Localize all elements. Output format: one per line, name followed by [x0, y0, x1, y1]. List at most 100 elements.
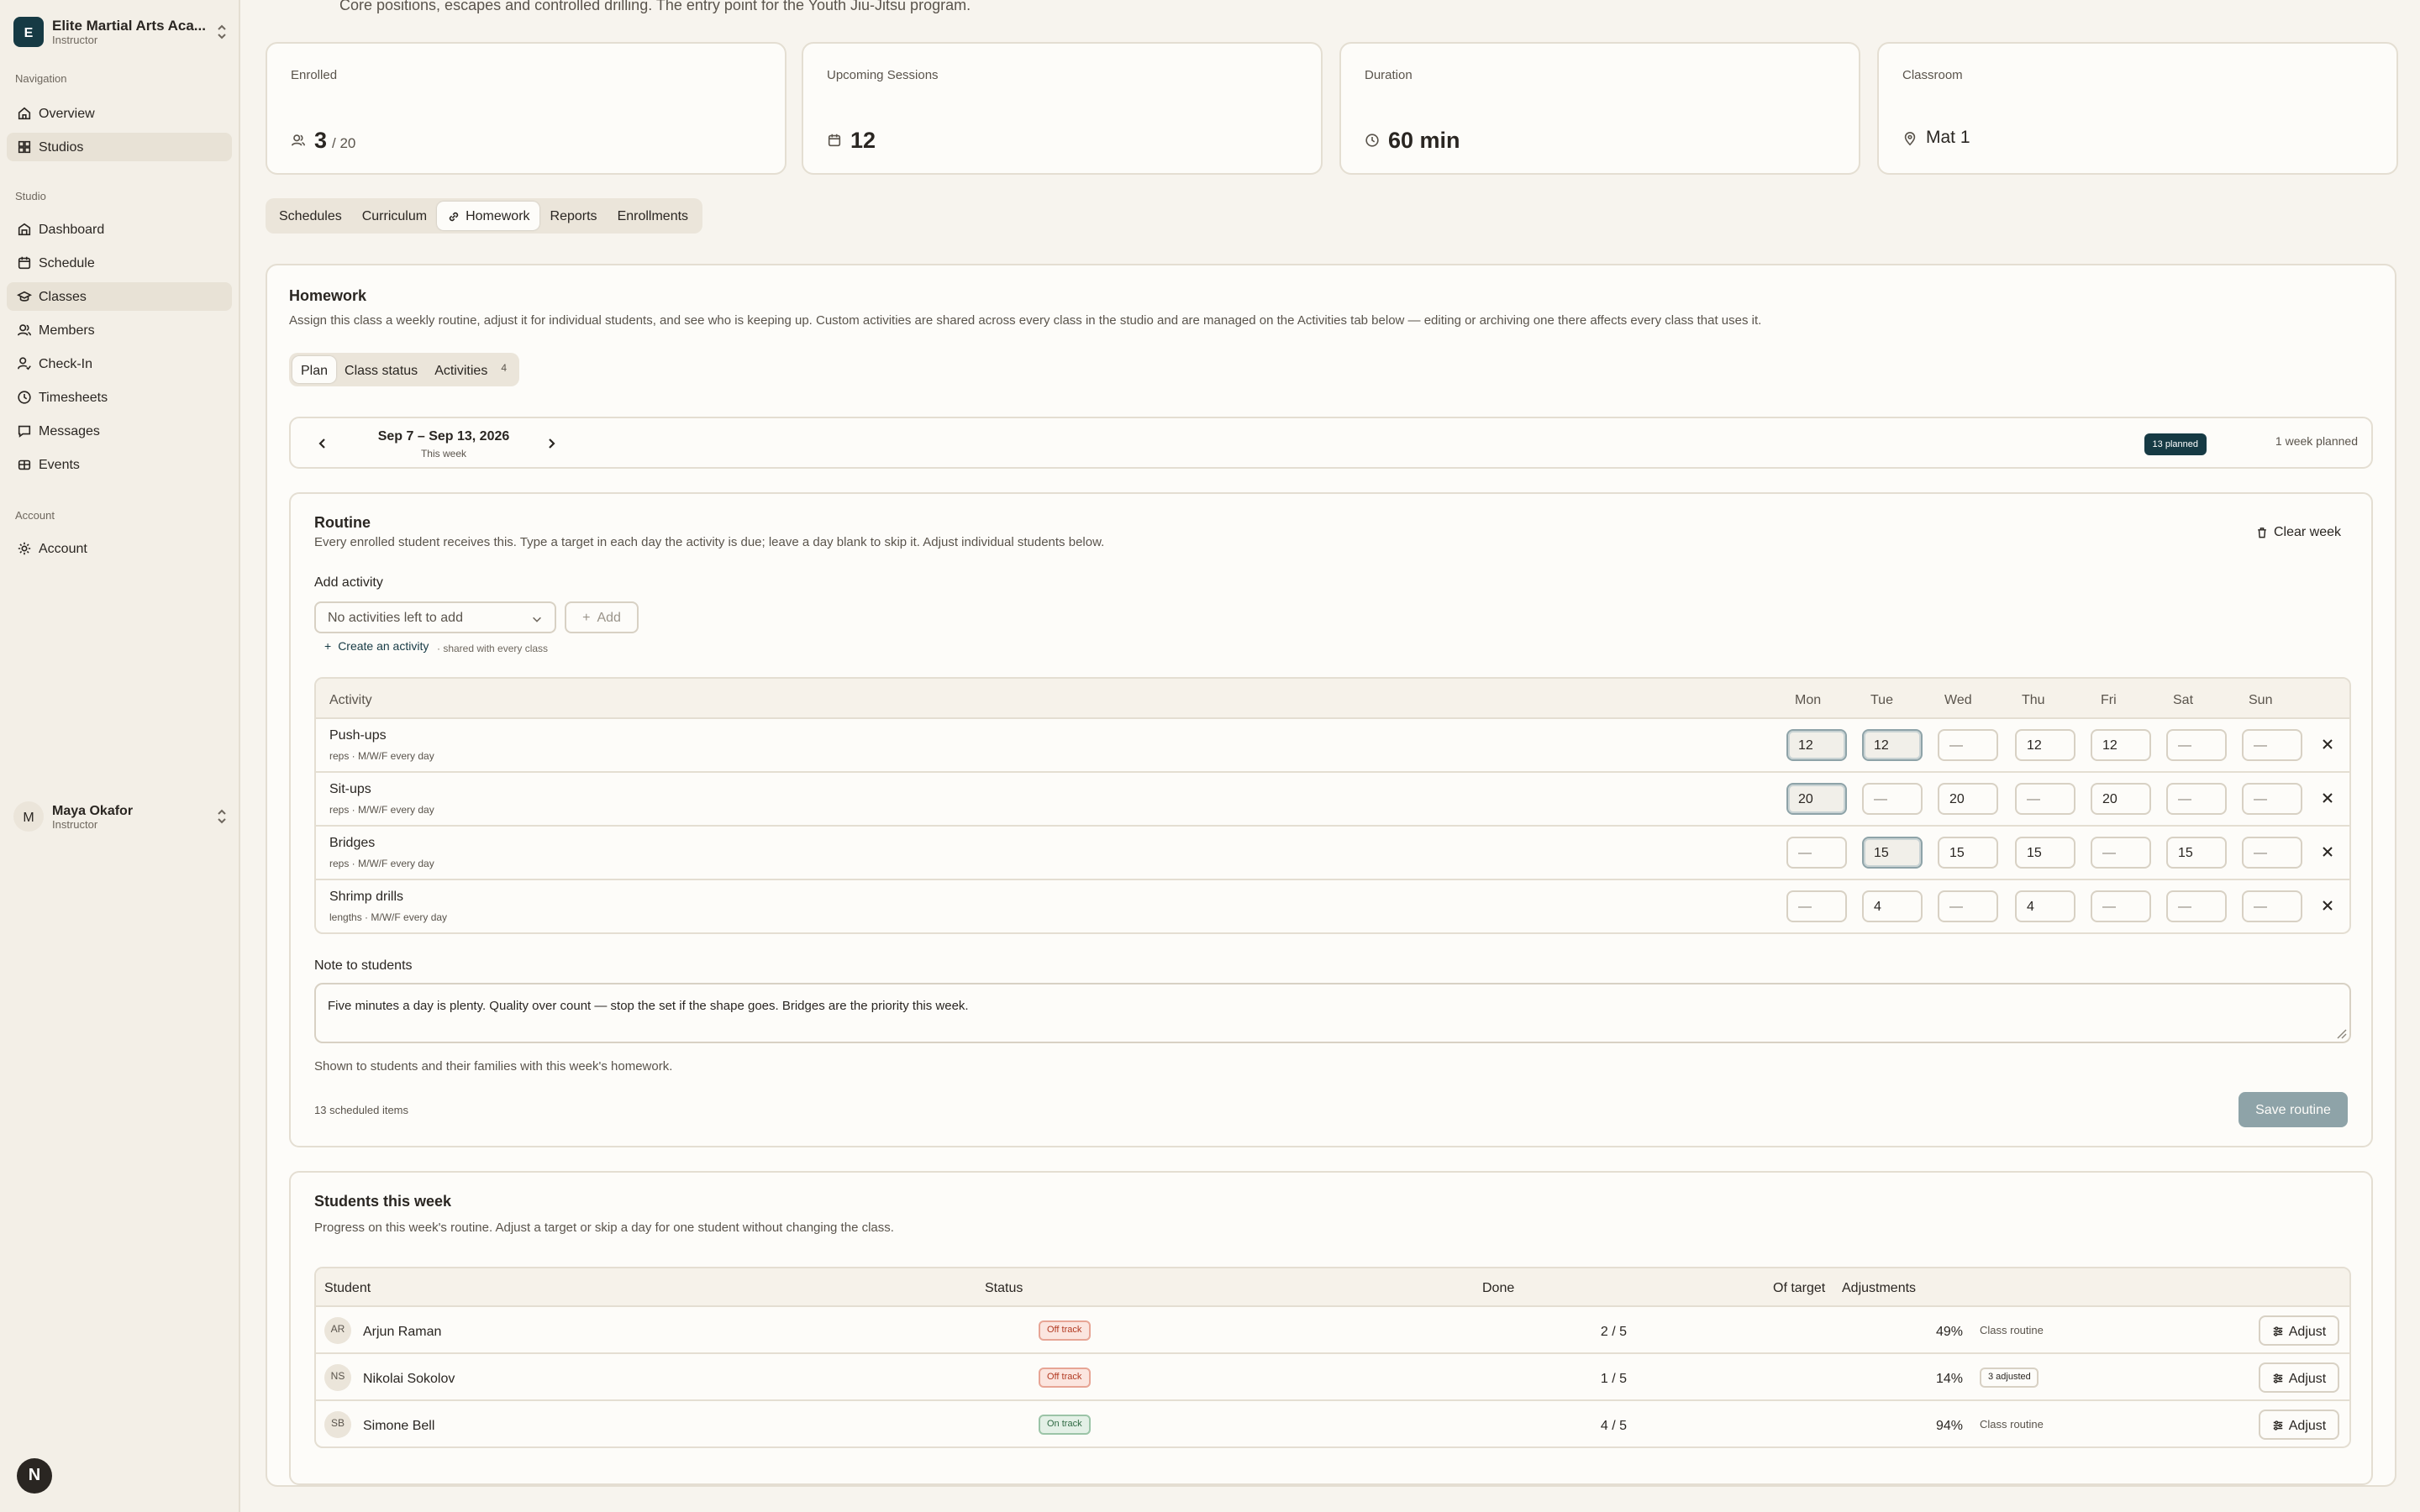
subtab-activities[interactable]: Activities 4: [426, 356, 515, 383]
chevron-left-icon[interactable]: [314, 435, 331, 452]
of-target-value: 94%: [1935, 1418, 1963, 1433]
adjust-label: Adjust: [2288, 1323, 2327, 1338]
day-input-fri[interactable]: —: [2091, 837, 2151, 869]
day-input-wed[interactable]: —: [1938, 729, 1998, 761]
note-help: Shown to students and their families wit…: [314, 1058, 673, 1074]
day-input-wed[interactable]: 20: [1938, 783, 1998, 815]
table-row: NS Nikolai Sokolov Off track 1 / 5 14% 3 adju…: [316, 1354, 2349, 1401]
create-activity-link[interactable]: + Create an activity: [324, 642, 429, 654]
sidebar-item-dashboard[interactable]: Dashboard: [7, 215, 232, 244]
sidebar-item-check-in[interactable]: Check-In: [7, 349, 232, 378]
add-activity-label: Add activity: [314, 575, 383, 590]
tab-schedules[interactable]: Schedules: [269, 202, 352, 230]
day-input-sat[interactable]: —: [2166, 783, 2227, 815]
plus-icon: +: [582, 610, 591, 625]
day-input-thu[interactable]: 4: [2015, 890, 2075, 922]
day-input-mon[interactable]: 12: [1786, 729, 1847, 761]
day-input-tue[interactable]: —: [1862, 783, 1923, 815]
day-input-mon[interactable]: —: [1786, 837, 1847, 869]
sidebar-item-classes[interactable]: Classes: [7, 282, 232, 311]
of-target-value: 14%: [1935, 1371, 1963, 1386]
sidebar-item-members[interactable]: Members: [7, 316, 232, 344]
sliders-icon: [2273, 1420, 2282, 1430]
day-input-mon[interactable]: 20: [1786, 783, 1847, 815]
day-input-sun[interactable]: —: [2242, 890, 2302, 922]
sidebar-item-schedule[interactable]: Schedule: [7, 249, 232, 277]
day-input-sat[interactable]: —: [2166, 729, 2227, 761]
users-icon: [17, 324, 32, 336]
tab-reports[interactable]: Reports: [540, 202, 608, 230]
sidebar-item-account[interactable]: Account: [7, 534, 232, 563]
class-tabs: Schedules Curriculum Homework Reports En…: [266, 198, 702, 234]
day-input-sun[interactable]: —: [2242, 837, 2302, 869]
remove-row-icon[interactable]: [2321, 845, 2334, 858]
user-name: Maya Okafor: [52, 802, 134, 817]
clear-week-button[interactable]: Clear week: [2255, 524, 2341, 539]
adjust-button[interactable]: Adjust: [2259, 1410, 2339, 1440]
homework-subtabs: Plan Class status Activities 4: [289, 353, 518, 386]
homework-panel: Homework Assign this class a weekly rout…: [266, 264, 2396, 1487]
sidebar-item-label: Overview: [39, 106, 95, 121]
sidebar-item-events[interactable]: Events: [7, 450, 232, 479]
activity-meta: lengths · M/W/F every day: [329, 914, 448, 924]
stat-label: Upcoming Sessions: [827, 67, 939, 82]
resize-handle-icon[interactable]: [2336, 1028, 2348, 1040]
day-input-tue[interactable]: 4: [1862, 890, 1923, 922]
add-label: Add: [597, 610, 621, 625]
tab-homework[interactable]: Homework: [437, 202, 540, 230]
day-input-sat[interactable]: —: [2166, 890, 2227, 922]
assistant-badge[interactable]: N: [17, 1458, 52, 1494]
sidebar-item-label: Timesheets: [39, 390, 108, 405]
day-input-thu[interactable]: 12: [2015, 729, 2075, 761]
status-badge: On track: [1039, 1415, 1091, 1435]
add-activity-button[interactable]: + Add: [565, 601, 639, 633]
day-input-mon[interactable]: —: [1786, 890, 1847, 922]
note-textarea[interactable]: Five minutes a day is plenty. Quality ov…: [314, 983, 2351, 1043]
remove-row-icon[interactable]: [2321, 738, 2334, 751]
org-role: Instructor: [52, 35, 98, 47]
sidebar-item-overview[interactable]: Overview: [7, 99, 232, 128]
day-input-tue[interactable]: 12: [1862, 729, 1923, 761]
activity-row: Shrimp drills lengths · M/W/F every day — 4…: [316, 880, 2349, 932]
user-menu[interactable]: M Maya Okafor Instructor: [13, 798, 229, 835]
enrolled-value: 3: [314, 128, 328, 153]
tab-enrollments[interactable]: Enrollments: [608, 202, 699, 230]
day-input-sun[interactable]: —: [2242, 729, 2302, 761]
day-input-sat[interactable]: 15: [2166, 837, 2227, 869]
day-input-wed[interactable]: 15: [1938, 837, 1998, 869]
student-name[interactable]: Arjun Raman: [363, 1324, 441, 1339]
day-input-fri[interactable]: —: [2091, 890, 2151, 922]
day-input-thu[interactable]: —: [2015, 783, 2075, 815]
remove-row-icon[interactable]: [2321, 899, 2334, 912]
status-badge: Off track: [1039, 1368, 1091, 1388]
user-role: Instructor: [52, 819, 98, 831]
sidebar-item-studios[interactable]: Studios: [7, 133, 232, 161]
day-input-fri[interactable]: 20: [2091, 783, 2151, 815]
subtab-class-status[interactable]: Class status: [336, 356, 426, 383]
done-value: 2 / 5: [1600, 1324, 1627, 1339]
activities-count: 4: [501, 365, 507, 375]
day-input-thu[interactable]: 15: [2015, 837, 2075, 869]
day-input-fri[interactable]: 12: [2091, 729, 2151, 761]
subtab-plan[interactable]: Plan: [292, 356, 337, 383]
adjust-button[interactable]: Adjust: [2259, 1315, 2339, 1346]
day-input-sun[interactable]: —: [2242, 783, 2302, 815]
table-row: AR Arjun Raman Off track 2 / 5 49% Class rout…: [316, 1307, 2349, 1354]
student-name[interactable]: Nikolai Sokolov: [363, 1371, 455, 1386]
student-name[interactable]: Simone Bell: [363, 1418, 434, 1433]
day-input-tue[interactable]: 15: [1862, 837, 1923, 869]
org-switcher[interactable]: E Elite Martial Arts Aca... Instructor: [13, 13, 229, 50]
save-routine-button[interactable]: Save routine: [2238, 1092, 2348, 1127]
sidebar-item-timesheets[interactable]: Timesheets: [7, 383, 232, 412]
sidebar-item-messages[interactable]: Messages: [7, 417, 232, 445]
adjust-button[interactable]: Adjust: [2259, 1362, 2339, 1393]
select-value: No activities left to add: [328, 610, 463, 625]
chevron-right-icon[interactable]: [543, 435, 560, 452]
tab-curriculum[interactable]: Curriculum: [352, 202, 437, 230]
activity-select[interactable]: No activities left to add: [314, 601, 556, 633]
day-input-wed[interactable]: —: [1938, 890, 1998, 922]
remove-row-icon[interactable]: [2321, 791, 2334, 805]
gear-icon: [18, 542, 31, 555]
col-status: Status: [985, 1280, 1023, 1295]
col-thu: Thu: [2022, 692, 2045, 707]
